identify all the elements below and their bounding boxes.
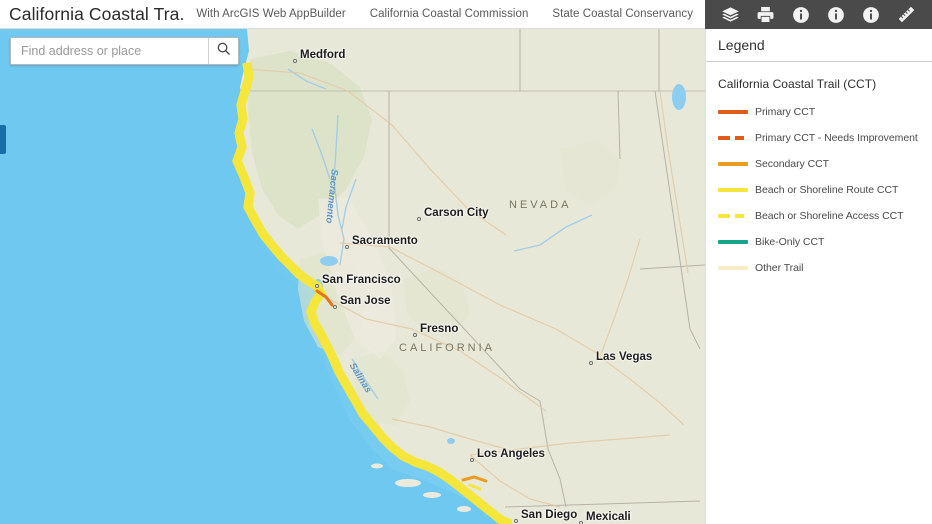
line-swatch-icon — [718, 162, 748, 166]
search-widget[interactable] — [10, 37, 239, 65]
legend-swatch — [718, 260, 748, 276]
legend-item-secondary-cct[interactable]: Secondary CCT — [718, 156, 920, 172]
info-icon — [827, 6, 845, 24]
legend-swatch — [718, 104, 748, 120]
legend-swatch — [718, 182, 748, 198]
legend-item-bike-only-cct[interactable]: Bike-Only CCT — [718, 234, 920, 250]
search-button[interactable] — [208, 38, 238, 64]
legend-item-beach-shoreline-route-cct[interactable]: Beach or Shoreline Route CCT — [718, 182, 920, 198]
app-header: California Coastal Tra... With ArcGIS We… — [0, 0, 705, 29]
legend-item-label: Other Trail — [755, 262, 804, 274]
printer-icon — [756, 5, 775, 24]
legend-item-label: Beach or Shoreline Route CCT — [755, 184, 899, 196]
info-icon — [862, 6, 880, 24]
print-button[interactable] — [753, 2, 779, 28]
legend-panel: Legend California Coastal Trail (CCT) Pr… — [705, 29, 932, 524]
legend-swatch — [718, 130, 748, 146]
map-view[interactable]: Medford Carson City Sacramento San Franc… — [0, 29, 705, 524]
info-icon — [792, 6, 810, 24]
legend-item-label: Bike-Only CCT — [755, 236, 825, 248]
page-title: California Coastal Tra... — [9, 3, 185, 24]
collapsed-panel-handle[interactable] — [0, 125, 6, 154]
legend-item-label: Primary CCT - Needs Improvement — [755, 132, 918, 144]
legend-swatch — [718, 234, 748, 250]
legend-swatch — [718, 208, 748, 224]
layer-list-button[interactable] — [718, 2, 744, 28]
line-swatch-icon — [718, 110, 748, 114]
widget-toolbar — [705, 0, 932, 29]
info-button-1[interactable] — [788, 2, 814, 28]
header-link-coastal-conservancy[interactable]: State Coastal Conservancy — [540, 8, 705, 20]
header-link-appbuilder[interactable]: With ArcGIS Web AppBuilder — [184, 8, 357, 20]
line-swatch-icon — [718, 266, 748, 270]
legend-title: Legend — [706, 29, 932, 62]
info-button-3[interactable] — [858, 2, 884, 28]
dashed-line-swatch-icon — [718, 136, 748, 140]
dashed-line-swatch-icon — [718, 214, 748, 218]
legend-content: California Coastal Trail (CCT) Primary C… — [706, 62, 932, 276]
search-icon — [216, 41, 231, 61]
ruler-icon — [897, 5, 916, 24]
info-button-2[interactable] — [823, 2, 849, 28]
map-basemap — [0, 29, 705, 524]
header-link-coastal-commission[interactable]: California Coastal Commission — [358, 8, 541, 20]
search-input[interactable] — [11, 38, 208, 64]
map-application: California Coastal Tra... With ArcGIS We… — [0, 0, 932, 524]
legend-item-label: Beach or Shoreline Access CCT — [755, 210, 904, 222]
legend-item-beach-shoreline-access-cct[interactable]: Beach or Shoreline Access CCT — [718, 208, 920, 224]
line-swatch-icon — [718, 240, 748, 244]
legend-item-primary-cct-needs-improvement[interactable]: Primary CCT - Needs Improvement — [718, 130, 920, 146]
layers-icon — [721, 5, 740, 24]
legend-item-label: Secondary CCT — [755, 158, 830, 170]
legend-item-other-trail[interactable]: Other Trail — [718, 260, 920, 276]
measure-button[interactable] — [893, 2, 919, 28]
legend-layer-title: California Coastal Trail (CCT) — [718, 77, 877, 91]
line-swatch-icon — [718, 188, 748, 192]
legend-item-label: Primary CCT — [755, 106, 816, 118]
legend-item-primary-cct[interactable]: Primary CCT — [718, 104, 920, 120]
legend-swatch — [718, 156, 748, 172]
